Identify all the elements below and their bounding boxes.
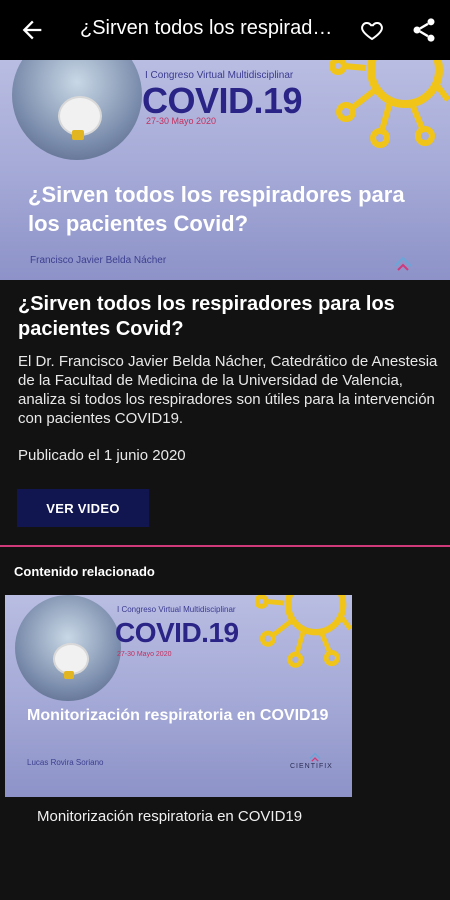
share-icon[interactable] [410, 16, 438, 44]
hero-author: Francisco Javier Belda Nácher [30, 255, 167, 266]
event-dates: 27-30 Mayo 2020 [146, 116, 217, 126]
virus-icon [255, 595, 352, 668]
related-heading: Contenido relacionado [14, 564, 155, 579]
speaker-photo [12, 60, 142, 160]
cientifix-logo: CIENTIFIX [290, 763, 333, 770]
watch-video-button[interactable]: VER VIDEO [17, 489, 149, 527]
congress-label: I Congreso Virtual Multidisciplinar [117, 605, 236, 614]
article-description: El Dr. Francisco Javier Belda Nácher, Ca… [18, 353, 438, 427]
cientifix-logo-icon [394, 256, 412, 271]
brand-logo: COVID.19 [115, 617, 239, 648]
app-bar: ¿Sirven todos los respiradores para los … [0, 0, 450, 60]
heart-icon[interactable] [360, 18, 384, 42]
published-date: Publicado el 1 junio 2020 [18, 447, 186, 464]
related-item-author: Lucas Rovira Soriano [27, 758, 104, 767]
related-item-thumbnail[interactable]: I Congreso Virtual Multidisciplinar COVI… [5, 595, 352, 797]
related-item-title: Monitorización respiratoria en COVID19 [27, 707, 329, 724]
page-title: ¿Sirven todos los respiradores para los … [80, 17, 335, 39]
back-arrow-icon[interactable] [18, 16, 46, 44]
article-title: ¿Sirven todos los respiradores para los … [18, 293, 395, 340]
related-item-caption[interactable]: Monitorización respiratoria en COVID19 [37, 808, 302, 825]
virus-icon [330, 60, 450, 148]
hero-banner: I Congreso Virtual Multidisciplinar COVI… [0, 60, 450, 280]
event-dates: 27-30 Mayo 2020 [117, 651, 172, 658]
section-divider [0, 545, 450, 547]
hero-title: ¿Sirven todos los respiradores para los … [28, 182, 405, 236]
speaker-photo [15, 595, 121, 701]
